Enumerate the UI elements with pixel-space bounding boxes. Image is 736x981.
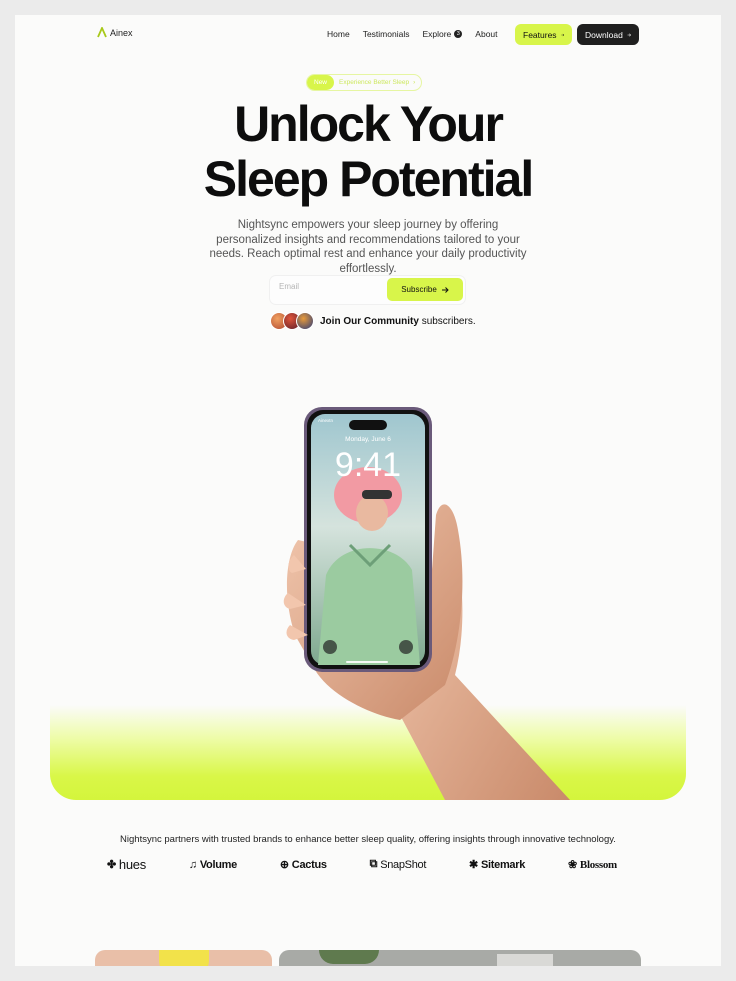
explore-count-badge: 3 — [454, 30, 463, 38]
phone-date: Monday, June 6 — [345, 436, 391, 443]
phone-time: 9:41 — [335, 446, 401, 484]
download-button[interactable]: Download — [577, 24, 639, 45]
announcement-text: Experience Better Sleep — [339, 79, 410, 86]
subscribe-form: Subscribe — [270, 276, 465, 304]
landing-page: Ainex Home Testimonials Explore 3 About F… — [15, 15, 721, 966]
hero-title-line2: Sleep Potential — [203, 151, 534, 207]
nav-link-explore-label: Explore — [422, 29, 452, 39]
arrow-right-icon — [560, 33, 564, 36]
email-input[interactable] — [279, 282, 379, 291]
hero-title-line1: Unlock Your — [234, 96, 504, 152]
avatar-stack — [270, 312, 314, 330]
brand-sitemark-name: Sitemark — [480, 858, 526, 871]
hero-title: Unlock Your Sleep Potential — [15, 97, 721, 207]
features-button[interactable]: Features — [515, 24, 572, 45]
community-bold: Join Our Community — [320, 315, 419, 327]
plant-shape — [319, 950, 379, 964]
feature-card-image-1 — [95, 950, 272, 966]
snapshot-logo-icon: ⧉ — [369, 858, 378, 870]
nav-menu: Home Testimonials Explore 3 About — [327, 29, 498, 39]
brand-cactus-name: Cactus — [291, 858, 327, 871]
brand-sitemark[interactable]: ✱ Sitemark — [469, 858, 526, 872]
arrow-right-icon — [627, 33, 631, 36]
subscribe-button-label: Subscribe — [401, 285, 437, 294]
brand-blossom[interactable]: ❀ Blossom — [567, 858, 617, 872]
phone-carrier: Ainextn — [318, 418, 334, 423]
chevron-right-icon: › — [413, 79, 416, 86]
hues-logo-icon: ✤ — [107, 859, 116, 871]
brand-logos: ✤ hues ♫ Volume ⊕ Cactus ⧉ SnapShot ✱ Sitemar… — [107, 857, 617, 872]
hero-subtitle: Nightsync empowers your sleep journey by… — [209, 219, 527, 275]
nav-link-testimonials[interactable]: Testimonials — [363, 29, 410, 39]
brand-snapshot[interactable]: ⧉ SnapShot — [369, 858, 427, 871]
avatar — [296, 312, 314, 330]
brand-name: Ainex — [110, 27, 133, 38]
blossom-logo-icon: ❀ — [567, 859, 577, 871]
hand-holding-phone-image: Ainextn Monday, June 6 9:41 — [283, 407, 570, 800]
nav-link-home[interactable]: Home — [327, 29, 350, 39]
features-button-label: Features — [523, 29, 557, 40]
community-text: Join Our Community subscribers. — [320, 316, 476, 327]
brand-volume[interactable]: ♫ Volume — [189, 859, 237, 871]
brand-snapshot-name: SnapShot — [380, 858, 427, 871]
nav-link-explore[interactable]: Explore 3 — [422, 29, 463, 39]
frame-shape — [497, 954, 553, 966]
brand-hues-name: hues — [118, 857, 146, 872]
brand-blossom-name: Blossom — [579, 858, 617, 871]
community-rest: subscribers. — [421, 315, 476, 327]
top-nav: Ainex Home Testimonials Explore 3 About F… — [15, 15, 721, 53]
brand-hues[interactable]: ✤ hues — [107, 857, 146, 872]
partners-text: Nightsync partners with trusted brands t… — [120, 834, 616, 845]
volume-logo-icon: ♫ — [188, 858, 197, 871]
ainex-logo-icon — [97, 27, 107, 38]
brand-logo[interactable]: Ainex — [97, 27, 133, 38]
cactus-logo-icon: ⊕ — [279, 859, 289, 871]
community-row: Join Our Community subscribers. — [270, 312, 476, 330]
brand-cactus[interactable]: ⊕ Cactus — [279, 858, 327, 872]
nav-link-about[interactable]: About — [475, 29, 497, 39]
hero-visual: Ainextn Monday, June 6 9:41 — [50, 345, 686, 800]
arrow-right-icon — [441, 286, 449, 293]
subscribe-button[interactable]: Subscribe — [387, 278, 463, 301]
new-badge: New — [307, 75, 335, 90]
lamp-shape — [159, 950, 209, 966]
sitemark-logo-icon: ✱ — [469, 859, 478, 871]
brand-volume-name: Volume — [199, 858, 237, 871]
announcement-pill[interactable]: New Experience Better Sleep › — [306, 74, 423, 91]
feature-card-image-2 — [279, 950, 641, 966]
download-button-label: Download — [585, 29, 623, 40]
